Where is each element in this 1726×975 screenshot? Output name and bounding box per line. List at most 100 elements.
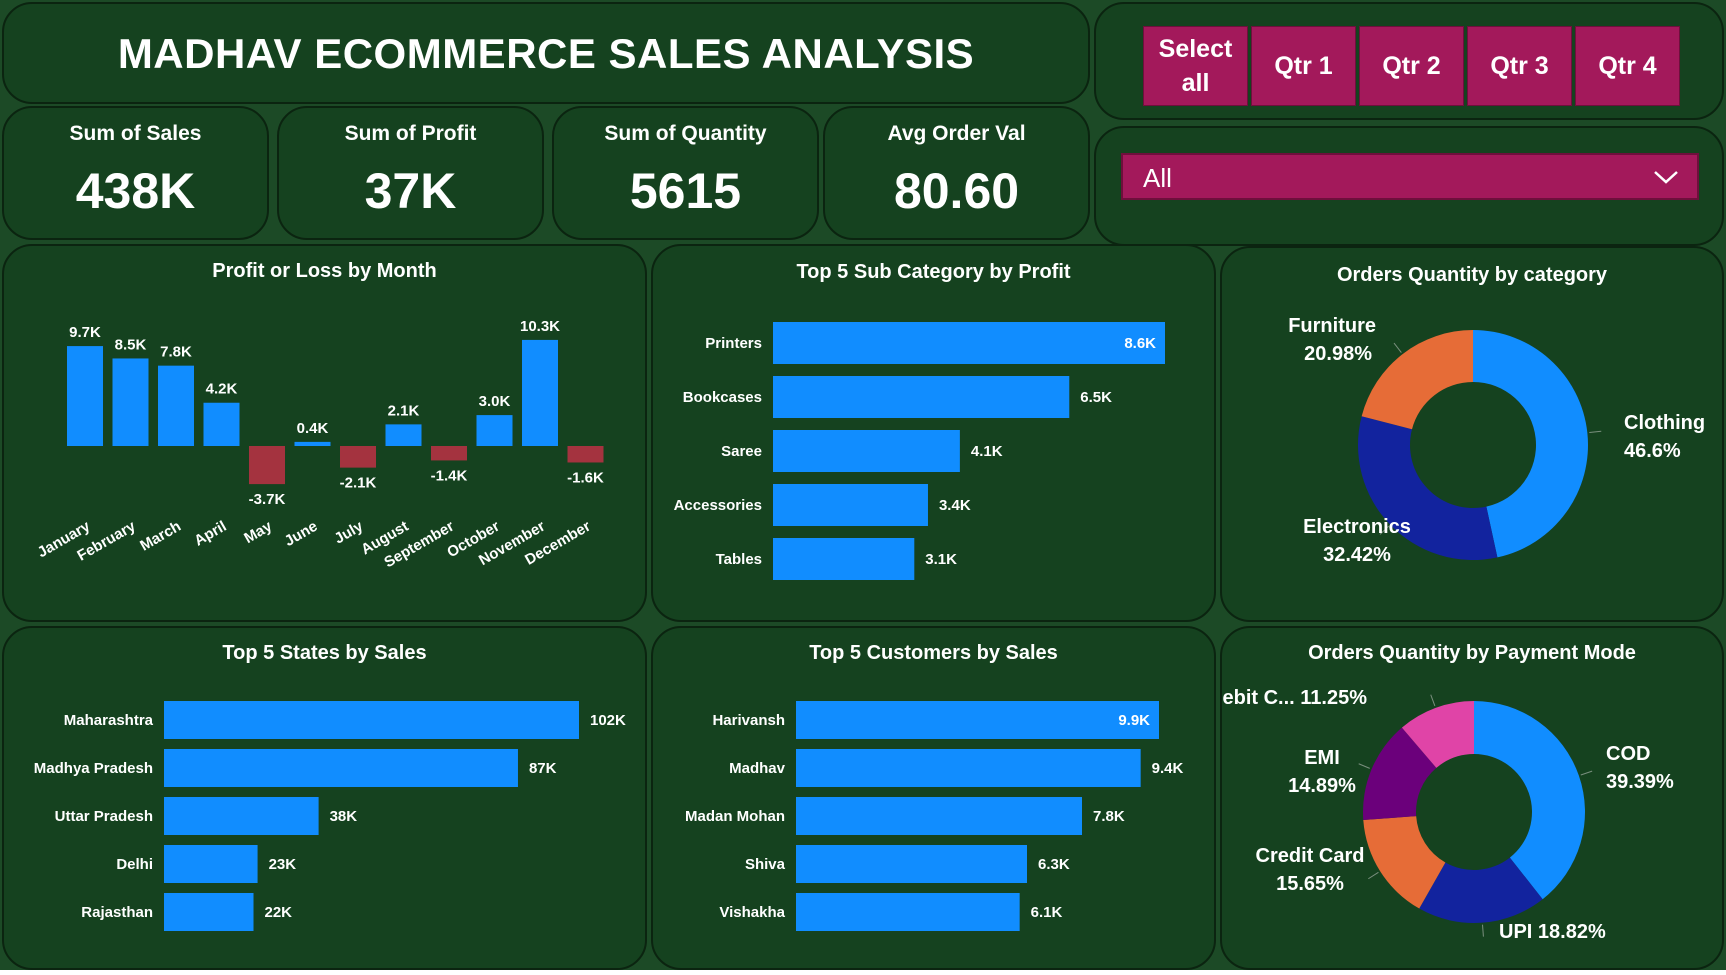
subcategory-bar (773, 484, 928, 526)
y-tick-label: Shiva (745, 856, 786, 873)
data-label: 3.4K (939, 497, 971, 514)
slice-label: Debit C... 11.25% (1222, 687, 1367, 709)
customer-bar (796, 701, 1159, 739)
data-label: 10.3K (520, 318, 560, 335)
customer-bar (796, 845, 1027, 883)
data-label: -3.7K (249, 491, 286, 508)
leader-line (1482, 924, 1484, 937)
data-label: 23K (269, 856, 297, 873)
quarter-2-button[interactable]: Qtr 2 (1359, 26, 1464, 106)
month-bar (567, 446, 604, 463)
slice-name: Clothing (1624, 412, 1705, 434)
kpi-value: 80.60 (893, 163, 1020, 219)
kpi-value: 37K (364, 163, 457, 219)
category-donut-chart: Clothing 46.6% Electronics 32.42% Furniture 2… (1288, 315, 1705, 566)
slice-name: Electronics (1303, 516, 1411, 538)
profit-by-month-chart: 9.7KJanuary8.5KFebruary7.8KMarch4.2KApri… (35, 318, 604, 571)
payment-mode-donut-chart: COD 39.39% UPI 18.82% Credit Card 15.65% EMI 1… (1222, 687, 1674, 943)
slice-pct: 15.65% (1276, 873, 1344, 895)
page-title: MADHAV ECOMMERCE SALES ANALYSIS (117, 30, 975, 77)
x-tick-label: March (137, 518, 184, 555)
data-label: 87K (529, 760, 557, 777)
chart-card-profit-by-month: Profit or Loss by Month 9.7K January 8.5K F… (2, 244, 647, 622)
data-label: -1.4K (431, 467, 468, 484)
data-label: 7.8K (1093, 808, 1125, 825)
chart-card-category-donut: Orders Quantity by category Clothing 46.6… (1220, 246, 1724, 622)
data-label: 3.0K (479, 393, 511, 410)
chart-card-payment-donut: Orders Quantity by Payment Mode COD 39.39… (1220, 626, 1724, 970)
data-label: 102K (590, 712, 626, 729)
data-label: 7.8K (160, 344, 192, 361)
donut-slice (1358, 416, 1498, 560)
x-tick-label: April (191, 518, 229, 550)
y-tick-label: Madan Mohan (685, 808, 785, 825)
data-label: 6.5K (1080, 389, 1112, 406)
leader-line (1358, 763, 1370, 769)
y-tick-label: Delhi (116, 856, 153, 873)
quarter-3-button[interactable]: Qtr 3 (1467, 26, 1572, 106)
state-bar (164, 797, 319, 835)
subcategory-bar (773, 538, 915, 580)
chart-card-states: Top 5 States by Sales Maharashtra 102K Mad… (2, 626, 647, 970)
month-bar (340, 446, 376, 468)
states-sales-chart: Maharashtra 102K Madhya Pradesh 87K Uttar Pr… (34, 701, 626, 931)
slice-name: Furniture (1288, 315, 1376, 337)
donut-slice (1361, 330, 1473, 430)
data-label: 3.1K (925, 551, 957, 568)
slice-name: EMI (1304, 747, 1340, 769)
title-card: MADHAV ECOMMERCE SALES ANALYSIS (2, 2, 1090, 104)
kpi-value: 5615 (629, 163, 742, 219)
quarter-4-button[interactable]: Qtr 4 (1575, 26, 1680, 106)
slice-pct: 20.98% (1304, 343, 1372, 365)
month-bar (67, 346, 103, 446)
kpi-label: Sum of Profit (344, 122, 477, 145)
data-label: 38K (330, 808, 358, 825)
x-tick-label: June (282, 518, 321, 550)
chart-card-subcategory: Top 5 Sub Category by Profit Printers 8.6… (651, 244, 1216, 622)
y-tick-label: Madhya Pradesh (34, 760, 153, 777)
chart-card-customers: Top 5 Customers by Sales Harivansh 9.9K Ma… (651, 626, 1216, 970)
state-filter-dropdown[interactable]: All (1121, 153, 1699, 200)
state-bar (164, 749, 518, 787)
month-bar (522, 339, 558, 446)
quarter-1-button[interactable]: Qtr 1 (1251, 26, 1356, 106)
quarter-select-all-button[interactable]: Select all (1143, 26, 1248, 106)
subcategory-bar (773, 322, 1165, 364)
leader-line (1393, 342, 1402, 353)
subcategory-bar (773, 376, 1070, 418)
data-label: 4.1K (971, 443, 1003, 460)
state-bar (164, 893, 254, 931)
data-label: -2.1K (340, 475, 377, 492)
state-bar (164, 845, 258, 883)
y-tick-label: Maharashtra (64, 712, 154, 729)
leader-line (1368, 871, 1379, 880)
y-tick-label: Tables (716, 551, 762, 568)
kpi-label: Avg Order Val (887, 122, 1026, 145)
y-tick-label: Saree (721, 443, 762, 460)
leader-line (1580, 770, 1593, 776)
kpi-card-sales: Sum of Sales 438K (2, 106, 269, 240)
x-tick-label: May (241, 517, 275, 547)
month-bar (112, 358, 149, 446)
leader-line (1430, 694, 1436, 707)
data-label: -1.6K (567, 469, 604, 486)
kpi-value: 438K (75, 163, 196, 219)
leader-line (1589, 430, 1602, 434)
slice-pct: 39.39% (1606, 771, 1674, 793)
kpi-card-profit: Sum of Profit 37K (277, 106, 544, 240)
month-bar (476, 415, 513, 446)
data-label: 2.1K (388, 402, 420, 419)
data-label: 4.2K (206, 381, 238, 398)
subcategory-profit-chart: Printers 8.6K Bookcases 6.5K Saree 4.1K Access… (674, 322, 1165, 580)
customer-bar (796, 893, 1020, 931)
y-tick-label: Accessories (674, 497, 762, 514)
donut-slice (1473, 330, 1588, 558)
month-bar (294, 441, 331, 446)
customer-bar (796, 797, 1082, 835)
slice-label: UPI 18.82% (1499, 921, 1606, 943)
slice-name: COD (1606, 743, 1650, 765)
data-label: 6.3K (1038, 856, 1070, 873)
y-tick-label: Rajasthan (81, 904, 153, 921)
y-tick-label: Printers (705, 335, 762, 352)
slice-pct: 14.89% (1288, 775, 1356, 797)
